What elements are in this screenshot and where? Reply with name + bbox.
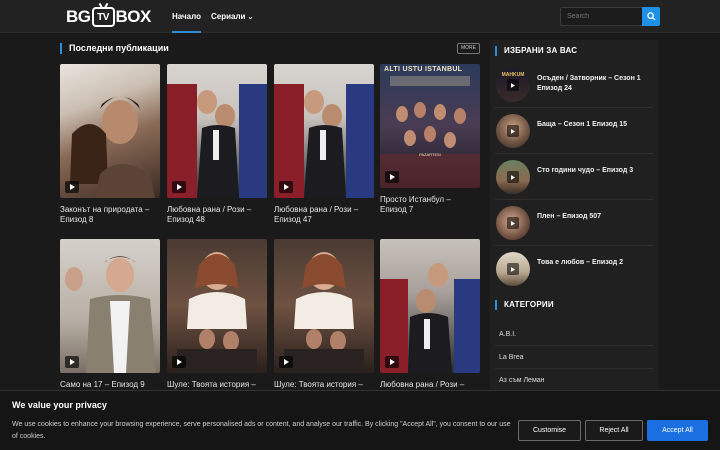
featured-thumbnail[interactable] xyxy=(496,160,530,194)
post-card[interactable]: Шуле: Твоята история – xyxy=(167,239,267,390)
search-form xyxy=(560,7,660,26)
poster-subtext: PAZARTESI xyxy=(419,152,441,157)
site-logo[interactable]: BG TV BOX xyxy=(66,6,151,28)
featured-item-title[interactable]: Осъден / Затворник – Сезон 1 Епизод 24 xyxy=(537,74,653,94)
featured-item[interactable]: Това е любов – Епизод 2 xyxy=(495,250,653,292)
post-title[interactable]: Законът на природата – Епизод 8 xyxy=(60,205,158,225)
chevron-down-icon: ⌄ xyxy=(247,14,254,21)
featured-item-title[interactable]: Сто години чудо – Епизод 3 xyxy=(537,166,653,176)
play-icon xyxy=(385,356,399,368)
post-thumbnail[interactable]: ALTI USTU ISTANBUL PAZARTESI xyxy=(380,64,480,188)
post-thumbnail[interactable] xyxy=(380,239,480,373)
post-title[interactable]: Шуле: Твоята история – xyxy=(274,380,372,390)
featured-thumbnail[interactable] xyxy=(496,252,530,286)
play-icon xyxy=(507,263,519,275)
poster-image xyxy=(274,84,374,198)
featured-thumbnail[interactable] xyxy=(496,114,530,148)
poster-image xyxy=(380,263,480,373)
post-card[interactable]: Само на 17 – Епизод 9 xyxy=(60,239,160,390)
post-card[interactable]: Любовна рана / Рози – Епизод 47 xyxy=(274,64,374,225)
play-icon xyxy=(507,79,519,91)
play-icon xyxy=(507,125,519,137)
cookie-title: We value your privacy xyxy=(12,400,107,410)
poster-image xyxy=(167,84,267,198)
featured-item[interactable]: Сто години чудо – Епизод 3 xyxy=(495,158,653,200)
featured-title: ИЗБРАНИ ЗА ВАС xyxy=(495,46,577,56)
play-icon xyxy=(385,171,399,183)
featured-item-title[interactable]: Това е любов – Епизод 2 xyxy=(537,258,653,268)
play-icon xyxy=(172,356,186,368)
categories-title: КАТЕГОРИИ xyxy=(495,300,554,310)
logo-text-bg: BG xyxy=(66,7,91,26)
play-icon xyxy=(507,217,519,229)
site-header: BG TV BOX Начало Сериали ⌄ xyxy=(0,0,720,33)
main-nav: Начало Сериали ⌄ xyxy=(172,0,263,33)
play-icon xyxy=(279,181,293,193)
categories-list: A.B.I. La Brea Аз съм Леман xyxy=(495,323,653,392)
nav-item-home[interactable]: Начало xyxy=(172,0,201,33)
featured-item[interactable]: Плен – Епизод 507 xyxy=(495,204,653,246)
play-icon xyxy=(507,171,519,183)
nav-label: Сериали xyxy=(210,12,246,21)
nav-label: Начало xyxy=(172,12,201,21)
post-thumbnail[interactable] xyxy=(167,239,267,373)
post-card[interactable]: Шуле: Твоята история – xyxy=(274,239,374,390)
logo-tv-icon: TV xyxy=(91,7,115,27)
post-title[interactable]: Само на 17 – Епизод 9 xyxy=(60,380,158,390)
thumb-text: MAHKUM xyxy=(501,72,525,78)
sidebar: ИЗБРАНИ ЗА ВАС MAHKUM Осъден / Затворник… xyxy=(490,40,658,392)
featured-thumbnail[interactable] xyxy=(496,206,530,240)
accept-all-button[interactable]: Accept All xyxy=(647,420,708,441)
category-link[interactable]: La Brea xyxy=(495,346,653,369)
poster-title-text: ALTI USTU ISTANBUL xyxy=(384,66,463,73)
play-icon xyxy=(65,356,79,368)
post-thumbnail[interactable] xyxy=(274,64,374,198)
poster-image xyxy=(380,76,480,188)
post-title[interactable]: Любовна рана / Рози – xyxy=(380,380,478,390)
post-card[interactable]: Любовна рана / Рози – xyxy=(380,239,480,390)
post-card[interactable]: ALTI USTU ISTANBUL PAZARTESI Просто Иста… xyxy=(380,64,480,215)
more-button[interactable]: MORE xyxy=(457,43,480,54)
featured-item[interactable]: MAHKUM Осъден / Затворник – Сезон 1 Епиз… xyxy=(495,66,653,108)
post-card[interactable]: Законът на природата – Епизод 8 xyxy=(60,64,160,225)
featured-item-title[interactable]: Плен – Епизод 507 xyxy=(537,212,653,222)
post-title[interactable]: Любовна рана / Рози – Епизод 48 xyxy=(167,205,265,225)
post-thumbnail[interactable] xyxy=(167,64,267,198)
cookie-text: We use cookies to enhance your browsing … xyxy=(12,421,511,440)
post-thumbnail[interactable] xyxy=(60,64,160,198)
section-title: Последни публикации xyxy=(60,43,169,54)
nav-item-series[interactable]: Сериали ⌄ xyxy=(211,0,253,33)
featured-thumbnail[interactable]: MAHKUM xyxy=(496,68,530,102)
search-icon xyxy=(646,12,656,21)
post-thumbnail[interactable] xyxy=(60,239,160,373)
reject-all-button[interactable]: Reject All xyxy=(585,420,643,441)
category-link[interactable]: Аз съм Леман xyxy=(495,369,653,392)
featured-item[interactable]: Баща – Сезон 1 Епизод 15 xyxy=(495,112,653,154)
post-title[interactable]: Шуле: Твоята история – xyxy=(167,380,265,390)
post-title[interactable]: Любовна рана / Рози – Епизод 47 xyxy=(274,205,372,225)
play-icon xyxy=(172,181,186,193)
post-thumbnail[interactable] xyxy=(274,239,374,373)
post-card[interactable]: Любовна рана / Рози – Епизод 48 xyxy=(167,64,267,225)
poster-image xyxy=(70,96,155,198)
poster-image xyxy=(65,256,156,373)
customise-button[interactable]: Customise xyxy=(518,420,581,441)
cookie-consent-banner: We value your privacy We use cookies to … xyxy=(0,390,720,450)
post-title[interactable]: Просто Истанбул – Епизод 7 xyxy=(380,195,478,215)
search-button[interactable] xyxy=(642,7,660,26)
search-input[interactable] xyxy=(560,7,642,26)
poster-image xyxy=(177,252,257,373)
play-icon xyxy=(279,356,293,368)
poster-image xyxy=(284,252,364,373)
latest-posts-section: Последни публикации MORE Законът на прир… xyxy=(60,43,480,389)
logo-text-box: BOX xyxy=(115,7,152,26)
play-icon xyxy=(65,181,79,193)
featured-item-title[interactable]: Баща – Сезон 1 Епизод 15 xyxy=(537,120,653,130)
category-link[interactable]: A.B.I. xyxy=(495,323,653,346)
